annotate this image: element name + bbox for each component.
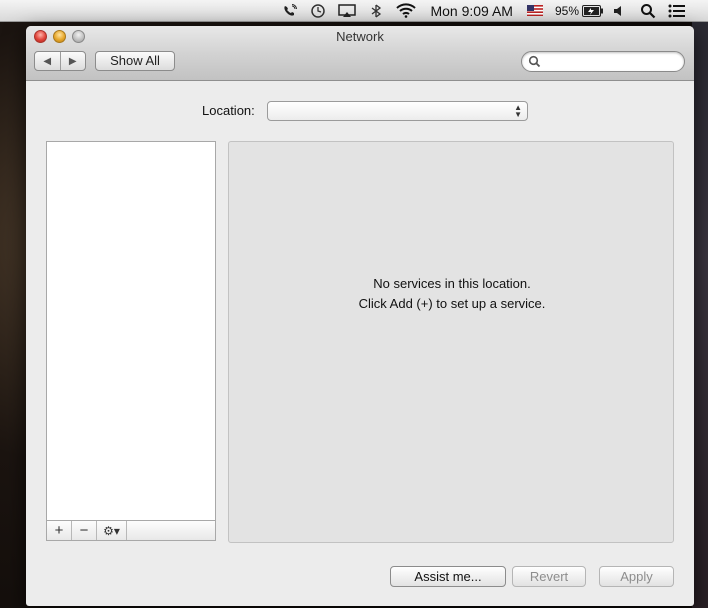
spotlight-icon[interactable]	[634, 0, 662, 22]
wifi-icon[interactable]	[390, 0, 422, 22]
back-button[interactable]: ◀	[35, 52, 61, 70]
airplay-icon[interactable]	[332, 0, 362, 22]
search-field[interactable]	[521, 51, 685, 72]
search-icon	[528, 55, 541, 68]
window-titlebar[interactable]: Network ◀ ▶ Show All	[26, 26, 694, 81]
apply-button[interactable]: Apply	[599, 566, 674, 587]
location-label: Location:	[202, 103, 255, 118]
battery-icon	[582, 4, 603, 17]
bluetooth-icon[interactable]	[362, 0, 390, 22]
service-detail-panel: No services in this location. Click Add …	[228, 141, 674, 543]
search-input[interactable]	[544, 54, 680, 70]
notification-center-icon[interactable]	[662, 0, 692, 22]
battery-status[interactable]: 95%	[549, 0, 606, 22]
empty-location-message: No services in this location. Click Add …	[229, 274, 675, 314]
empty-message-line2: Click Add (+) to set up a service.	[358, 296, 546, 311]
empty-message-line1: No services in this location.	[373, 276, 531, 291]
time-machine-icon[interactable]	[304, 0, 332, 22]
show-all-button[interactable]: Show All	[95, 51, 175, 71]
assist-me-button[interactable]: Assist me...	[390, 566, 506, 587]
network-window: Network ◀ ▶ Show All Location: ▲ ▼ + − ⚙▾…	[26, 26, 694, 606]
add-service-button[interactable]: +	[47, 521, 72, 540]
menu-bar: Mon 9:09 AM 95%	[0, 0, 708, 22]
phone-icon[interactable]	[276, 0, 304, 22]
updown-arrows-icon: ▲ ▼	[514, 103, 522, 119]
window-title: Network	[336, 29, 384, 44]
us-flag-icon[interactable]	[521, 0, 549, 22]
forward-button[interactable]: ▶	[61, 52, 86, 70]
remove-service-button[interactable]: −	[72, 521, 97, 540]
gear-menu-button[interactable]: ⚙▾	[97, 521, 127, 540]
location-select[interactable]: ▲ ▼	[267, 101, 528, 121]
desktop-edge	[692, 22, 708, 608]
services-list[interactable]	[46, 141, 216, 521]
services-toolbar: + − ⚙▾	[46, 520, 216, 541]
menubar-clock[interactable]: Mon 9:09 AM	[422, 0, 521, 22]
revert-button[interactable]: Revert	[512, 566, 586, 587]
battery-percent: 95%	[554, 3, 579, 18]
volume-icon[interactable]	[606, 0, 634, 22]
nav-back-forward: ◀ ▶	[34, 51, 86, 71]
